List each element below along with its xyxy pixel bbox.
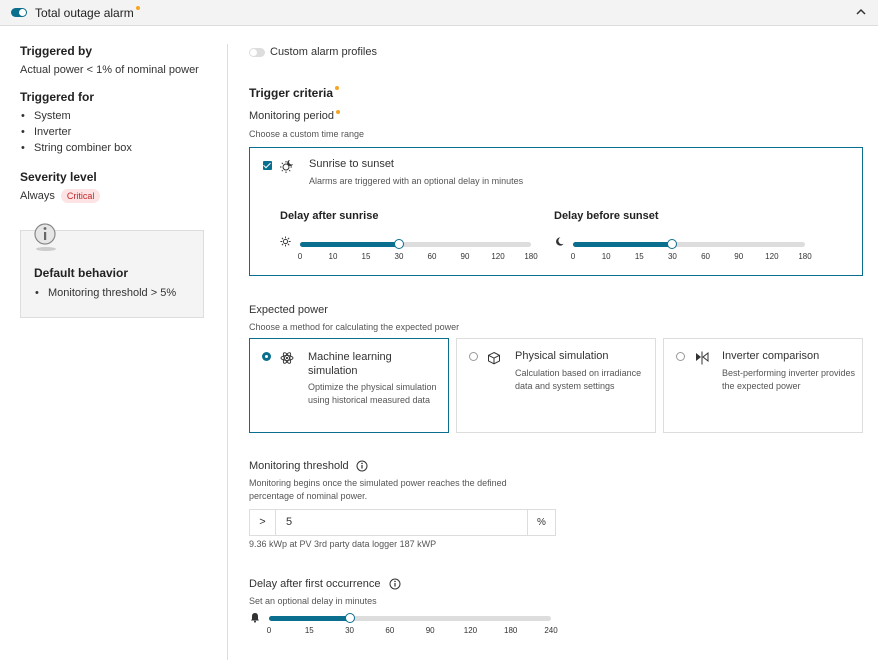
- atom-icon: [280, 352, 294, 364]
- tick-label: 0: [266, 626, 272, 635]
- bell-icon: [251, 613, 259, 623]
- slider-thumb[interactable]: [394, 239, 404, 249]
- severity-heading: Severity level: [20, 170, 97, 184]
- critical-badge: Critical: [60, 189, 101, 203]
- tick-label: 30: [667, 252, 677, 261]
- tick-label: 15: [361, 252, 371, 261]
- option-physical-simulation[interactable]: Physical simulation Calculation based on…: [456, 338, 656, 433]
- sunrise-sunset-card[interactable]: Sunrise to sunset Alarms are triggered w…: [249, 147, 863, 276]
- option-desc: Calculation based on irradiance data and…: [515, 368, 642, 391]
- option-title: Machine learning simulation: [308, 351, 392, 377]
- delay-sunrise-ticks: 0 10 15 30 60 90 120 180: [297, 252, 538, 262]
- option-desc: Optimize the physical simulation using h…: [308, 382, 437, 405]
- tick-label: 180: [504, 626, 518, 635]
- tick-label: 15: [634, 252, 644, 261]
- delay-sunrise-label: Delay after sunrise: [280, 210, 379, 222]
- default-behavior-list: Monitoring threshold > 5%: [34, 285, 176, 301]
- sunrise-sunset-checkbox[interactable]: [263, 161, 272, 170]
- severity-value: Always: [20, 190, 55, 202]
- list-item: System: [20, 108, 220, 124]
- slider-thumb[interactable]: [344, 613, 355, 623]
- default-behavior-card: Default behavior Monitoring threshold > …: [20, 223, 204, 318]
- delay-sunset-slider[interactable]: [573, 239, 805, 249]
- severity-row: Always Critical: [20, 189, 220, 203]
- monitoring-period-hint: Choose a custom time range: [249, 129, 365, 139]
- threshold-prefix: >: [250, 510, 276, 535]
- expected-power-hint: Choose a method for calculating the expe…: [249, 322, 460, 332]
- tick-label: 30: [345, 626, 355, 635]
- chevron-up-icon[interactable]: [855, 6, 867, 18]
- required-dot: [135, 6, 140, 10]
- tick-label: 180: [524, 252, 538, 261]
- triggered-for-heading: Triggered for: [20, 90, 95, 104]
- threshold-note: 9.36 kWp at PV 3rd party data logger 187…: [249, 539, 437, 549]
- threshold-input[interactable]: > 5 %: [249, 509, 556, 536]
- alarm-title: Total outage alarm: [35, 6, 140, 20]
- alarm-header: Total outage alarm: [0, 0, 878, 26]
- tick-label: 10: [601, 252, 611, 261]
- first-occurrence-slider[interactable]: [269, 613, 551, 623]
- tick-label: 120: [491, 252, 505, 261]
- threshold-suffix: %: [527, 510, 555, 535]
- trigger-criteria-heading: Trigger criteria: [249, 86, 340, 100]
- tick-label: 15: [304, 626, 314, 635]
- threshold-heading: Monitoring threshold: [249, 460, 349, 472]
- threshold-desc: Monitoring begins once the simulated pow…: [249, 478, 507, 501]
- custom-profiles-label: Custom alarm profiles: [270, 46, 377, 58]
- tick-label: 10: [328, 252, 338, 261]
- info-icon: [34, 223, 56, 251]
- expected-power-heading: Expected power: [249, 304, 328, 316]
- inverter-icon: [696, 351, 709, 365]
- first-occurrence-ticks: 0 15 30 60 90 120 180 240: [266, 626, 558, 636]
- cube-icon: [488, 351, 500, 365]
- triggered-for-list: System Inverter String combiner box: [20, 108, 220, 156]
- first-occurrence-hint: Set an optional delay in minutes: [249, 596, 377, 606]
- tick-label: 30: [394, 252, 404, 261]
- option-inverter-comparison[interactable]: Inverter comparison Best-performing inve…: [663, 338, 863, 433]
- info-icon[interactable]: [356, 460, 368, 472]
- delay-sunset-ticks: 0 10 15 30 60 90 120 180: [570, 252, 812, 262]
- triggered-by-value: Actual power < 1% of nominal power: [20, 64, 199, 76]
- sun-icon: [280, 236, 291, 247]
- option-machine-learning[interactable]: Machine learning simulation Optimize the…: [249, 338, 449, 433]
- tick-label: 120: [463, 626, 478, 635]
- option-title: Physical simulation: [515, 350, 609, 362]
- info-icon[interactable]: [389, 578, 401, 590]
- delay-sunrise-slider[interactable]: [300, 239, 531, 249]
- sunrise-icon: [280, 160, 293, 173]
- tick-label: 90: [460, 252, 470, 261]
- alarm-enabled-toggle[interactable]: [11, 8, 27, 17]
- machine-learning-radio[interactable]: [262, 352, 271, 361]
- tick-label: 60: [427, 252, 437, 261]
- monitoring-period-heading: Monitoring period: [249, 110, 340, 122]
- sunrise-option-desc: Alarms are triggered with an optional de…: [309, 176, 524, 186]
- tick-label: 120: [765, 252, 779, 261]
- moon-icon: [556, 237, 564, 246]
- delay-sunset-label: Delay before sunset: [554, 210, 659, 222]
- tick-label: 90: [425, 626, 435, 635]
- physical-simulation-radio[interactable]: [469, 352, 478, 361]
- tick-label: 0: [570, 252, 576, 261]
- tick-label: 180: [798, 252, 812, 261]
- column-divider: [227, 44, 228, 660]
- first-occurrence-heading: Delay after first occurrence: [249, 578, 381, 590]
- option-desc: Best-performing inverter provides the ex…: [722, 368, 856, 391]
- alarm-summary: Triggered by Actual power < 1% of nomina…: [20, 44, 220, 203]
- tick-label: 0: [297, 252, 303, 261]
- list-item: Monitoring threshold > 5%: [34, 285, 176, 301]
- triggered-by-heading: Triggered by: [20, 44, 93, 58]
- tick-label: 90: [734, 252, 744, 261]
- default-behavior-heading: Default behavior: [34, 266, 129, 280]
- inverter-comparison-radio[interactable]: [676, 352, 685, 361]
- tick-label: 240: [544, 626, 558, 635]
- tick-label: 60: [385, 626, 395, 635]
- custom-profiles-toggle[interactable]: [249, 48, 265, 57]
- slider-thumb[interactable]: [667, 239, 678, 249]
- tick-label: 60: [701, 252, 711, 261]
- threshold-value[interactable]: 5: [286, 516, 292, 528]
- option-title: Inverter comparison: [722, 350, 820, 362]
- list-item: Inverter: [20, 124, 220, 140]
- sunrise-option-title: Sunrise to sunset: [309, 158, 394, 170]
- list-item: String combiner box: [20, 140, 220, 156]
